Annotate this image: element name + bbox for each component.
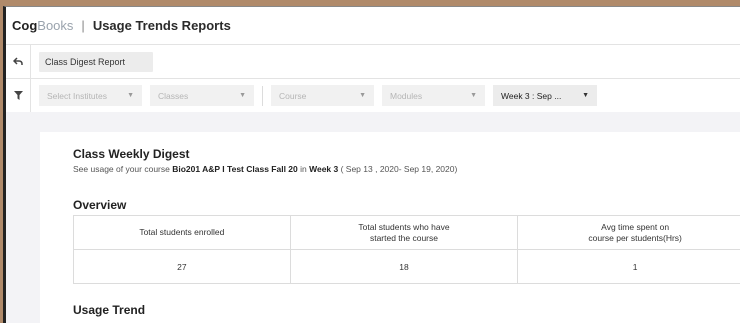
filter-divider xyxy=(262,85,263,106)
chevron-down-icon: ▼ xyxy=(359,92,366,99)
week-name: Week 3 xyxy=(309,164,339,174)
table-row: 27 18 1 xyxy=(73,249,740,284)
classes-dropdown[interactable]: Classes ▼ xyxy=(150,85,254,106)
date-range: ( Sep 13 , 2020- Sep 19, 2020) xyxy=(338,164,458,174)
filter-bar: Select Institutes ▼ Classes ▼ Course ▼ M… xyxy=(6,79,740,113)
subtitle-in: in xyxy=(297,164,310,174)
breadcrumb-bar: Class Digest Report xyxy=(6,45,740,79)
course-name: Bio201 A&P I Test Class Fall 20 xyxy=(172,164,298,174)
course-dropdown-label: Course xyxy=(279,90,307,101)
logo-bold-text: Cog xyxy=(12,18,38,33)
back-button[interactable] xyxy=(6,45,31,78)
back-arrow-icon xyxy=(13,57,23,65)
usage-trend-heading: Usage Trend xyxy=(73,303,146,317)
course-dropdown[interactable]: Course ▼ xyxy=(271,85,374,106)
header-enrolled-label: Total students enrolled xyxy=(139,227,225,237)
chevron-down-icon: ▼ xyxy=(239,92,246,99)
header-started-line1: Total students who have xyxy=(358,221,450,232)
value-started: 18 xyxy=(289,249,519,284)
header-avg-line1: Avg time spent on xyxy=(601,221,670,232)
value-enrolled: 27 xyxy=(73,249,291,284)
top-bar: CogBooks | Usage Trends Reports xyxy=(6,7,740,45)
app-window: CogBooks | Usage Trends Reports Class Di… xyxy=(3,6,740,323)
header-enrolled: Total students enrolled xyxy=(73,215,291,250)
institutes-dropdown[interactable]: Select Institutes ▼ xyxy=(39,85,142,106)
filter-button[interactable] xyxy=(6,79,31,112)
chevron-down-icon: ▼ xyxy=(470,92,477,99)
digest-title: Class Weekly Digest xyxy=(73,147,190,161)
chevron-down-icon: ▼ xyxy=(127,92,134,99)
page-title: Usage Trends Reports xyxy=(92,18,231,33)
week-dropdown[interactable]: Week 3 : Sep ... ▼ xyxy=(493,85,597,106)
modules-dropdown[interactable]: Modules ▼ xyxy=(382,85,485,106)
header-started-line2: started the course xyxy=(369,232,438,243)
subtitle-prefix: See usage of your course xyxy=(73,164,173,174)
cogbooks-logo[interactable]: CogBooks xyxy=(12,18,73,33)
breadcrumb[interactable]: Class Digest Report xyxy=(39,51,154,72)
chevron-down-icon: ▼ xyxy=(582,92,589,99)
header-avg-line2: course per students(Hrs) xyxy=(588,232,682,243)
logo-light-text: Books xyxy=(37,18,74,33)
funnel-icon xyxy=(13,91,23,100)
table-header-row: Total students enrolled Total students w… xyxy=(73,215,740,250)
overview-table: Total students enrolled Total students w… xyxy=(73,215,740,284)
digest-card: Class Weekly Digest See usage of your co… xyxy=(40,132,740,323)
overview-heading: Overview xyxy=(73,198,127,212)
classes-dropdown-label: Classes xyxy=(158,90,189,101)
header-started: Total students who have started the cours… xyxy=(289,215,519,250)
digest-subtitle: See usage of your course Bio201 A&P I Te… xyxy=(73,164,457,174)
header-avg-time: Avg time spent on course per students(Hrs… xyxy=(517,215,740,250)
title-separator: | xyxy=(81,18,85,33)
week-dropdown-label: Week 3 : Sep ... xyxy=(501,90,562,101)
value-avg-time: 1 xyxy=(517,249,740,284)
institutes-dropdown-label: Select Institutes xyxy=(47,90,108,101)
modules-dropdown-label: Modules xyxy=(390,90,423,101)
